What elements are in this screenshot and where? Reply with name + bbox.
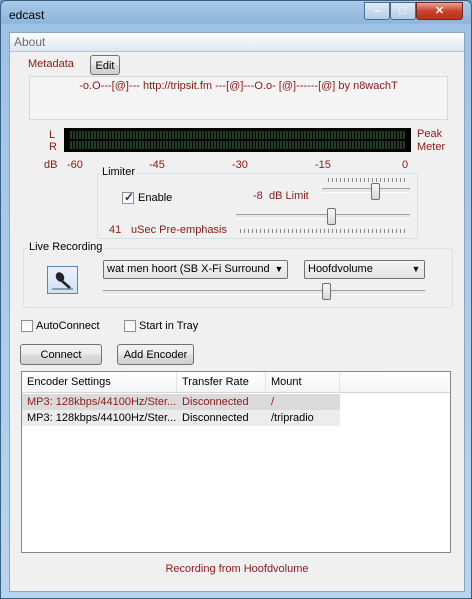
enable-limiter-checkbox[interactable]: ✓ (122, 190, 135, 204)
db-limit-label: dB Limit (269, 190, 309, 202)
meter-scale-tick: 0 (402, 159, 409, 171)
minimize-icon: – (373, 5, 381, 17)
table-row[interactable]: MP3: 128kbps/44100Hz/Ster... Disconnecte… (22, 410, 340, 426)
recording-device-value: wat men hoort (SB X-Fi Surround 5 (107, 263, 279, 275)
microphone-icon (52, 272, 73, 290)
column-header-encoder-settings[interactable]: Encoder Settings (22, 372, 177, 392)
table-row[interactable]: MP3: 128kbps/44100Hz/Ster... Disconnecte… (22, 394, 340, 410)
autoconnect-label: AutoConnect (36, 320, 100, 332)
meter-label: Meter (417, 141, 446, 153)
mount-cell: /tripradio (271, 412, 314, 424)
autoconnect-checkbox[interactable] (21, 320, 33, 332)
recording-volume-slider[interactable] (322, 283, 331, 300)
db-limit-slider[interactable] (371, 183, 380, 200)
checkmark-icon: ✓ (124, 190, 135, 204)
chevron-down-icon: ▼ (408, 261, 424, 278)
connect-button[interactable]: Connect (20, 344, 102, 365)
metadata-text: -o.O---[@]--- http://tripsit.fm ---[@]--… (79, 80, 398, 92)
recording-line-select[interactable]: Hoofdvolume ▼ (304, 260, 425, 279)
start-in-tray-label: Start in Tray (139, 320, 199, 332)
db-limit-track (322, 188, 410, 193)
meter-right-channel (70, 141, 405, 149)
live-recording-group-label: Live Recording (27, 241, 105, 253)
meter-scale-tick: -45 (149, 159, 165, 171)
meter-scale-tick: -30 (232, 159, 248, 171)
chevron-down-icon: ▼ (271, 261, 287, 278)
add-encoder-button[interactable]: Add Encoder (117, 344, 194, 365)
transfer-rate-cell: Disconnected (182, 412, 249, 424)
metadata-display: -o.O---[@]--- http://tripsit.fm ---[@]--… (29, 76, 448, 120)
app-window: edcast – □ ✕ About Metadata Edit -o.O---… (0, 0, 472, 599)
enable-limiter-label: Enable (138, 192, 173, 204)
preemphasis-track (236, 214, 410, 219)
recording-device-select[interactable]: wat men hoort (SB X-Fi Surround 5 ▼ (103, 260, 288, 279)
encoder-settings-cell: MP3: 128kbps/44100Hz/Ster... (27, 396, 177, 408)
meter-scale-tick: -60 (67, 159, 83, 171)
menu-bar: About (10, 33, 464, 52)
edit-metadata-button[interactable]: Edit (90, 55, 120, 75)
transfer-rate-cell: Disconnected (182, 396, 249, 408)
microphone-button[interactable] (47, 266, 78, 294)
meter-right-label: R (49, 141, 57, 153)
preemphasis-slider[interactable] (327, 208, 336, 225)
minimize-button[interactable]: – (364, 2, 390, 20)
start-in-tray-checkbox[interactable] (124, 320, 136, 332)
close-button[interactable]: ✕ (416, 2, 463, 20)
db-limit-ticks (328, 178, 408, 182)
meter-scale-tick: -15 (315, 159, 331, 171)
recording-volume-track (103, 290, 425, 295)
meter-left-label: L (49, 129, 56, 141)
status-text: Recording from Hoofdvolume (165, 563, 309, 575)
level-meter (64, 128, 411, 152)
encoder-list-header: Encoder Settings Transfer Rate Mount (22, 372, 450, 393)
column-header-transfer-rate[interactable]: Transfer Rate (177, 372, 266, 392)
recording-line-value: Hoofdvolume (308, 263, 373, 275)
limiter-group-label: Limiter (100, 166, 138, 178)
meter-left-channel (70, 131, 405, 139)
maximize-button[interactable]: □ (390, 2, 416, 20)
encoder-list[interactable]: Encoder Settings Transfer Rate Mount MP3… (21, 371, 451, 553)
preemphasis-ticks (240, 229, 408, 233)
preemphasis-value: 41 (109, 224, 122, 236)
client-area: About Metadata Edit -o.O---[@]--- http:/… (9, 32, 465, 592)
encoder-settings-cell: MP3: 128kbps/44100Hz/Ster... (27, 412, 177, 424)
preemphasis-label: uSec Pre-emphasis (131, 224, 227, 236)
db-limit-value: -8 (253, 190, 263, 202)
metadata-label: Metadata (28, 58, 74, 70)
mount-cell: / (271, 396, 275, 408)
maximize-icon: □ (399, 5, 407, 17)
menu-item-about[interactable]: About (14, 35, 45, 49)
window-title: edcast (9, 8, 45, 22)
db-label: dB (44, 159, 58, 171)
peak-label: Peak (417, 128, 443, 140)
close-icon: ✕ (434, 5, 445, 17)
column-header-mount[interactable]: Mount (266, 372, 340, 392)
